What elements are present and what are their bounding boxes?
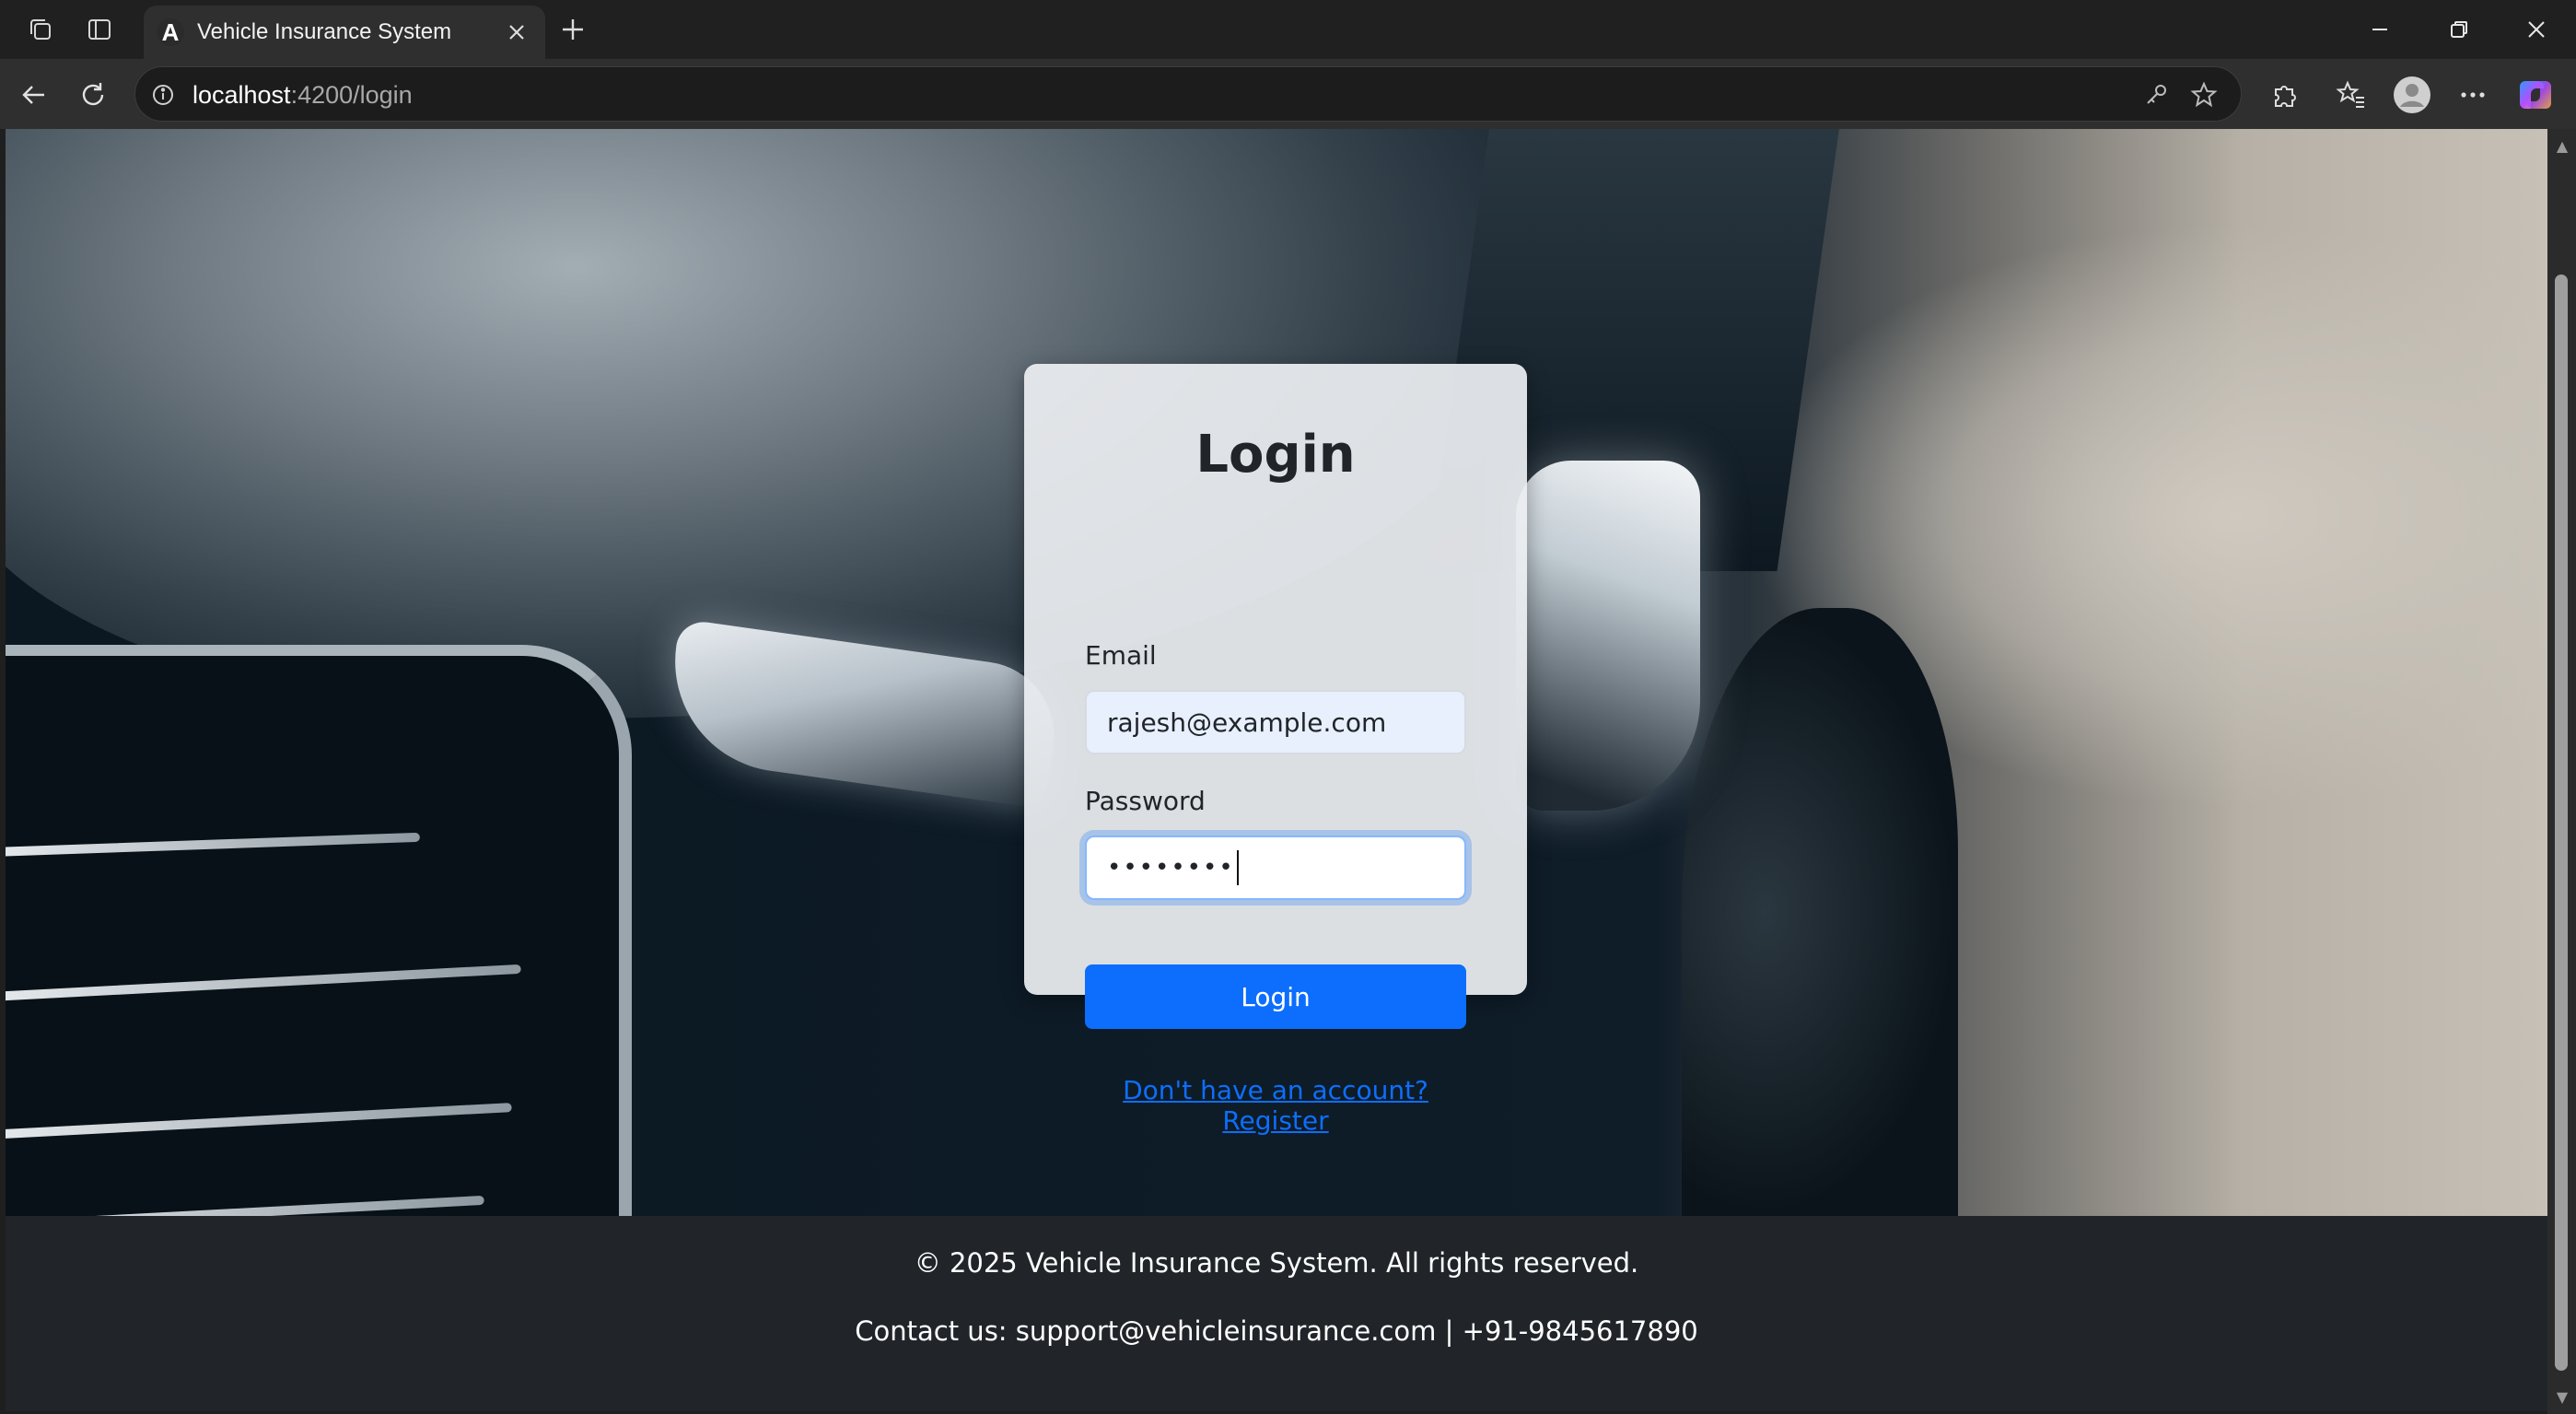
login-card: Login Email rajesh@example.com Password …: [1024, 364, 1527, 1136]
key-icon[interactable]: [2139, 78, 2173, 111]
browser-toolbar: localhost:4200/login: [0, 59, 2576, 129]
grille-bar: [6, 1103, 512, 1139]
hero-car-background: Login Email rajesh@example.com Password …: [6, 129, 2547, 1216]
url-text: localhost:4200/login: [192, 81, 413, 109]
email-field[interactable]: rajesh@example.com: [1085, 690, 1466, 754]
car-wheel-arch: [1682, 608, 1958, 1216]
email-value: rajesh@example.com: [1107, 707, 1387, 738]
puzzle-icon[interactable]: [2266, 76, 2304, 114]
email-label: Email: [1085, 640, 1157, 671]
password-field[interactable]: ••••••••: [1085, 836, 1466, 900]
restore-icon[interactable]: [2441, 11, 2477, 48]
profile-icon[interactable]: [2393, 76, 2431, 114]
grille-bar: [6, 1195, 484, 1216]
page-footer: © 2025 Vehicle Insurance System. All rig…: [6, 1216, 2547, 1411]
info-icon[interactable]: [148, 80, 178, 110]
scroll-down-icon[interactable]: ▼: [2553, 1387, 2571, 1406]
tab-actions-icon[interactable]: [83, 13, 116, 46]
browser-titlebar: A Vehicle Insurance System: [0, 0, 2576, 59]
scroll-thumb[interactable]: [2555, 275, 2568, 1371]
favorites-icon[interactable]: [2332, 76, 2371, 114]
angular-favicon-icon: A: [157, 18, 184, 46]
close-icon[interactable]: [501, 17, 532, 48]
footer-copyright: © 2025 Vehicle Insurance System. All rig…: [914, 1247, 1639, 1279]
tab-title: Vehicle Insurance System: [197, 19, 452, 44]
address-bar[interactable]: localhost:4200/login: [134, 66, 2242, 122]
more-icon[interactable]: [2454, 76, 2492, 114]
text-caret: [1236, 850, 1239, 885]
back-arrow-icon[interactable]: [15, 76, 53, 114]
grille-bar: [6, 964, 521, 1002]
car-headlight-right: [1516, 461, 1700, 811]
login-title: Login: [1195, 425, 1356, 485]
vertical-scrollbar[interactable]: ▲ ▼: [2547, 129, 2576, 1414]
scroll-up-icon[interactable]: ▲: [2553, 136, 2571, 155]
refresh-icon[interactable]: [74, 76, 112, 114]
star-icon[interactable]: [2187, 78, 2220, 111]
copilot-icon[interactable]: [2516, 76, 2555, 114]
minimize-icon[interactable]: [2361, 11, 2398, 48]
car-grille: [6, 645, 632, 1216]
register-link[interactable]: Don't have an account? Register: [1085, 1075, 1466, 1136]
password-label: Password: [1085, 786, 1206, 816]
workspaces-icon[interactable]: [24, 13, 57, 46]
active-tab[interactable]: A Vehicle Insurance System: [144, 6, 545, 59]
page-viewport: Login Email rajesh@example.com Password …: [6, 129, 2547, 1411]
plus-icon[interactable]: [556, 13, 589, 46]
password-value: ••••••••: [1107, 854, 1235, 882]
window-close-icon[interactable]: [2518, 11, 2555, 48]
footer-contact: Contact us: support@vehicleinsurance.com…: [855, 1315, 1698, 1347]
login-button[interactable]: Login: [1085, 964, 1466, 1029]
grille-bar: [6, 832, 421, 858]
